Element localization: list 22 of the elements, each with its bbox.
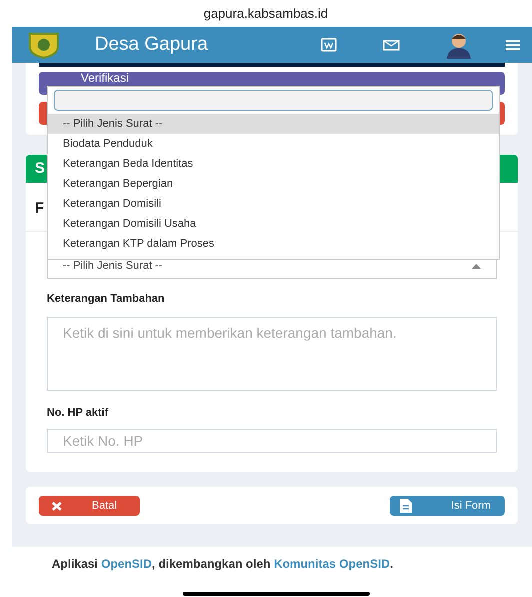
text-area[interactable]: Ketik di sini untuk memberikan keterangan tambahan. (47, 317, 497, 391)
document-icon[interactable] (321, 38, 337, 52)
user-avatar-icon[interactable] (444, 31, 474, 59)
caret-up-icon (472, 264, 481, 269)
cancel-button[interactable]: Batal (39, 496, 140, 516)
url-text: gapura.kabsambas.id (204, 4, 328, 23)
field-label: No. HP aktif (47, 406, 110, 419)
field-label: Keterangan Tambahan (47, 292, 166, 305)
footer-link[interactable]: OpenSID (101, 557, 152, 571)
document-icon (400, 499, 412, 513)
site-title: Desa Gapura (95, 32, 208, 57)
footer-link[interactable]: Komunitas OpenSID (274, 557, 390, 571)
footer-text: Aplikasi OpenSID, dikembangkan oleh Komunitas OpenSID. (52, 557, 394, 572)
mail-icon[interactable] (383, 40, 400, 50)
menu-icon[interactable] (506, 40, 520, 50)
search-field[interactable] (54, 90, 493, 111)
dropdown-option[interactable]: -- Pilih Jenis Surat -- (48, 114, 499, 134)
form-title: F (35, 200, 44, 217)
input-field[interactable]: Ketik No. HP (47, 429, 497, 453)
shield-logo-icon (27, 31, 61, 59)
fill-form-button[interactable]: Isi Form (390, 496, 505, 516)
close-icon (52, 502, 62, 510)
